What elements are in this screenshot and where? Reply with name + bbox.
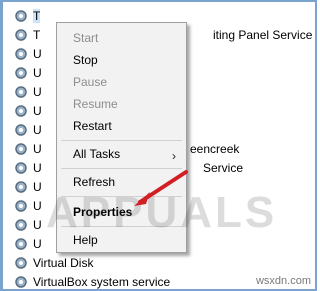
site-watermark: wsxdn.com bbox=[255, 275, 311, 287]
red-arrow-icon bbox=[134, 170, 188, 206]
